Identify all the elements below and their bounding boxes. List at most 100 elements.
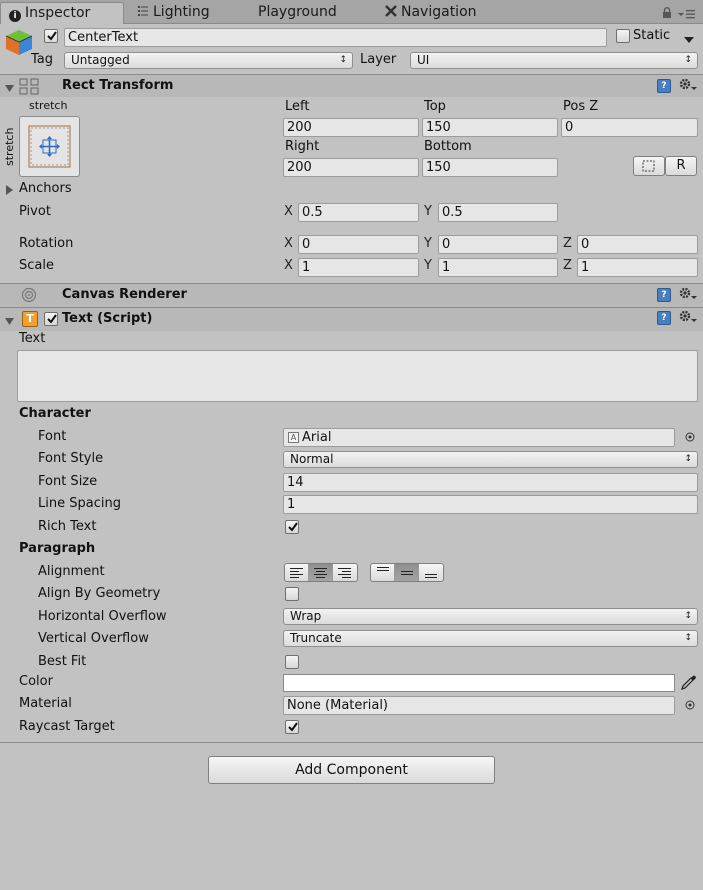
pivot-x-axis: X [284, 204, 293, 219]
font-value: Arial [302, 430, 332, 445]
help-icon[interactable]: ? [657, 288, 671, 302]
right-field[interactable]: 200 [283, 158, 419, 177]
gear-icon[interactable] [679, 78, 697, 92]
object-picker-icon[interactable] [684, 699, 696, 711]
navigation-icon [385, 3, 397, 17]
font-size-field[interactable]: 14 [283, 473, 698, 492]
tab-playground[interactable]: Playground [258, 2, 337, 24]
tab-inspector-label: Inspector [25, 5, 91, 21]
scale-z-axis: Z [563, 258, 572, 273]
scale-label: Scale [19, 258, 54, 273]
font-style-value: Normal [290, 452, 334, 466]
tab-menu-icon[interactable] [678, 8, 696, 19]
vertical-overflow-dropdown[interactable]: Truncate ↕ [283, 630, 698, 647]
left-label: Left [285, 99, 310, 114]
foldout-closed-icon[interactable] [6, 184, 14, 195]
paragraph-header: Paragraph [19, 541, 96, 556]
color-swatch[interactable] [283, 674, 675, 692]
rect-transform-title: Rect Transform [62, 78, 174, 93]
font-style-label: Font Style [38, 451, 104, 466]
canvas-renderer-title: Canvas Renderer [62, 287, 187, 302]
help-icon[interactable]: ? [657, 79, 671, 93]
horizontal-overflow-dropdown[interactable]: Wrap ↕ [283, 608, 698, 625]
font-style-dropdown[interactable]: Normal ↕ [283, 451, 698, 468]
top-label: Top [424, 99, 446, 114]
tag-dropdown[interactable]: Untagged ↕ [64, 52, 353, 69]
pivot-y-axis: Y [424, 204, 432, 219]
layer-value: UI [417, 53, 430, 67]
text-area[interactable] [17, 350, 698, 402]
color-label: Color [19, 674, 53, 689]
alignment-label: Alignment [38, 564, 105, 579]
vertical-overflow-label: Vertical Overflow [38, 631, 149, 646]
rich-text-checkbox[interactable] [285, 520, 299, 534]
top-field[interactable]: 150 [422, 118, 558, 137]
anchors-label[interactable]: Anchors [19, 181, 72, 196]
gear-icon[interactable] [679, 287, 697, 301]
scale-x-axis: X [284, 258, 293, 273]
left-field[interactable]: 200 [283, 118, 419, 137]
text-label: Text [19, 331, 46, 346]
scale-x-field[interactable]: 1 [298, 258, 419, 277]
object-name-field[interactable]: CenterText [64, 28, 607, 47]
scale-z-field[interactable]: 1 [577, 258, 698, 277]
scale-y-field[interactable]: 1 [438, 258, 558, 277]
align-middle-icon[interactable] [395, 564, 419, 581]
bottom-label: Bottom [424, 139, 472, 154]
add-component-button[interactable]: Add Component [208, 756, 495, 784]
align-by-geometry-checkbox[interactable] [285, 587, 299, 601]
best-fit-checkbox[interactable] [285, 655, 299, 669]
bottom-field[interactable]: 150 [422, 158, 558, 177]
layer-dropdown[interactable]: UI ↕ [410, 52, 698, 69]
foldout-open-icon[interactable] [5, 82, 14, 92]
raw-edit-button[interactable]: R [665, 156, 697, 176]
raycast-target-checkbox[interactable] [285, 720, 299, 734]
static-dropdown-icon[interactable] [684, 33, 694, 43]
font-field[interactable]: A Arial [283, 428, 675, 447]
rotation-y-axis: Y [424, 236, 432, 251]
static-label: Static [633, 28, 671, 43]
tab-navigation-label: Navigation [401, 4, 477, 20]
anchor-presets-button[interactable] [19, 116, 80, 177]
align-right-icon[interactable] [333, 564, 357, 581]
posz-field[interactable]: 0 [561, 118, 698, 137]
tab-playground-label: Playground [258, 4, 337, 20]
pivot-x-field[interactable]: 0.5 [298, 203, 419, 222]
align-top-icon[interactable] [371, 564, 395, 581]
line-spacing-field[interactable]: 1 [283, 495, 698, 514]
line-spacing-label: Line Spacing [38, 496, 121, 511]
eyedropper-icon[interactable] [680, 673, 698, 691]
rotation-y-field[interactable]: 0 [438, 235, 558, 254]
tab-lighting[interactable]: Lighting [137, 2, 210, 24]
rotation-z-field[interactable]: 0 [577, 235, 698, 254]
font-asset-icon: A [288, 432, 299, 443]
font-size-label: Font Size [38, 474, 98, 489]
foldout-open-icon[interactable] [5, 315, 14, 325]
tag-value: Untagged [71, 53, 130, 67]
pivot-y-field[interactable]: 0.5 [438, 203, 558, 222]
rotation-label: Rotation [19, 236, 74, 251]
align-left-icon[interactable] [285, 564, 309, 581]
lock-icon[interactable] [662, 7, 672, 18]
rotation-x-field[interactable]: 0 [298, 235, 419, 254]
align-bottom-icon[interactable] [419, 564, 443, 581]
tab-inspector[interactable]: i Inspector [0, 2, 124, 24]
active-checkbox[interactable] [44, 29, 58, 43]
material-field[interactable]: None (Material) [283, 696, 675, 715]
align-center-icon[interactable] [309, 564, 333, 581]
pivot-label: Pivot [19, 204, 51, 219]
static-checkbox[interactable] [616, 29, 630, 43]
rect-transform-icon [18, 77, 40, 96]
horizontal-overflow-label: Horizontal Overflow [38, 609, 167, 624]
font-label: Font [38, 429, 67, 444]
updown-icon: ↕ [684, 611, 692, 621]
text-enabled-checkbox[interactable] [44, 312, 58, 326]
text-script-title: Text (Script) [62, 311, 153, 326]
align-by-geometry-label: Align By Geometry [38, 586, 161, 601]
gear-icon[interactable] [679, 310, 697, 324]
object-picker-icon[interactable] [684, 431, 696, 443]
tab-navigation[interactable]: Navigation [385, 2, 477, 24]
canvas-renderer-icon [20, 287, 38, 303]
help-icon[interactable]: ? [657, 311, 671, 325]
blueprint-mode-button[interactable] [633, 156, 665, 176]
